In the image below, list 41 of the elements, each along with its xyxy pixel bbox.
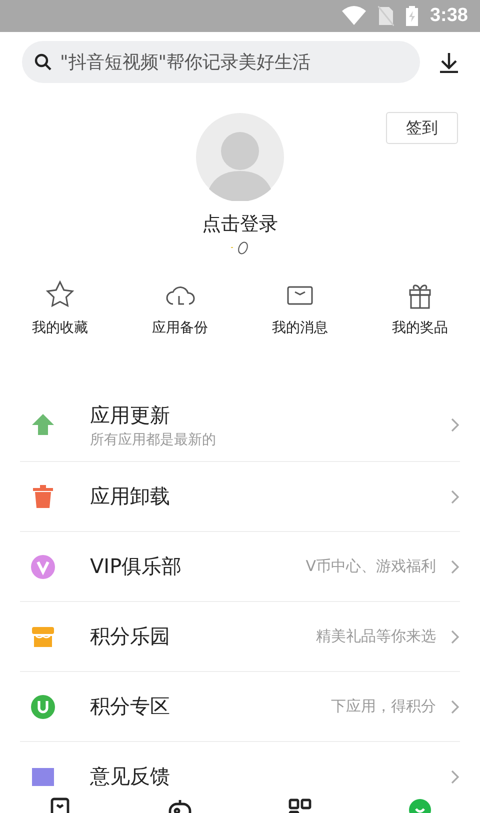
menu-detail: V币中心、游戏福利 [306, 557, 436, 576]
chevron-right-icon [450, 417, 460, 433]
menu-row[interactable]: VIP俱乐部 V币中心、游戏福利 [20, 532, 460, 602]
arrow-up-icon [30, 412, 56, 438]
menu-title: 意见反馈 [90, 763, 171, 790]
vip-badge-icon [30, 554, 56, 580]
chevron-right-icon [450, 628, 460, 644]
shortcut-item[interactable]: 我的奖品 [360, 279, 480, 337]
shortcut-item[interactable]: 我的收藏 [0, 279, 120, 337]
shortcut-item[interactable]: 我的消息 [240, 279, 360, 337]
u-badge-icon [30, 694, 56, 720]
download-button[interactable] [438, 51, 460, 73]
shortcut-item[interactable]: 应用备份 [120, 279, 240, 337]
chevron-right-icon [450, 768, 460, 784]
menu-row[interactable]: 应用卸载 [20, 462, 460, 532]
chevron-right-icon [450, 558, 460, 574]
download-icon [438, 51, 460, 73]
trash-icon [30, 484, 56, 510]
menu-subtitle: 所有应用都是最新的 [90, 430, 217, 448]
battery-charging-icon [406, 6, 418, 26]
wifi-icon [342, 6, 366, 26]
egg-icon [230, 241, 250, 255]
search-icon [34, 53, 52, 71]
menu-row[interactable]: 应用更新 所有应用都是最新的 [20, 389, 460, 462]
menu-detail: 下应用，得积分 [331, 697, 436, 716]
menu-title: VIP俱乐部 [90, 553, 183, 580]
search-bar[interactable]: "抖音短视频"帮你记录美好生活 [22, 41, 420, 83]
menu-row[interactable]: 积分专区 下应用，得积分 [20, 672, 460, 742]
menu-row[interactable]: 积分乐园 精美礼品等你来选 [20, 602, 460, 672]
menu-title: 积分乐园 [90, 623, 171, 650]
menu-title: 应用卸载 [90, 483, 171, 510]
menu-detail: 精美礼品等你来选 [316, 627, 436, 646]
chevron-right-icon [450, 488, 460, 504]
no-sim-icon [378, 6, 394, 26]
status-time: 3:38 [430, 5, 468, 27]
menu-title: 应用更新 [90, 402, 171, 428]
menu-title: 积分专区 [90, 693, 171, 720]
chevron-right-icon [450, 698, 460, 714]
sign-in-button[interactable]: 签到 [386, 112, 458, 144]
search-field[interactable]: "抖音短视频"帮你记录美好生活 [58, 50, 408, 74]
login-link[interactable]: 点击登录 [202, 211, 278, 237]
